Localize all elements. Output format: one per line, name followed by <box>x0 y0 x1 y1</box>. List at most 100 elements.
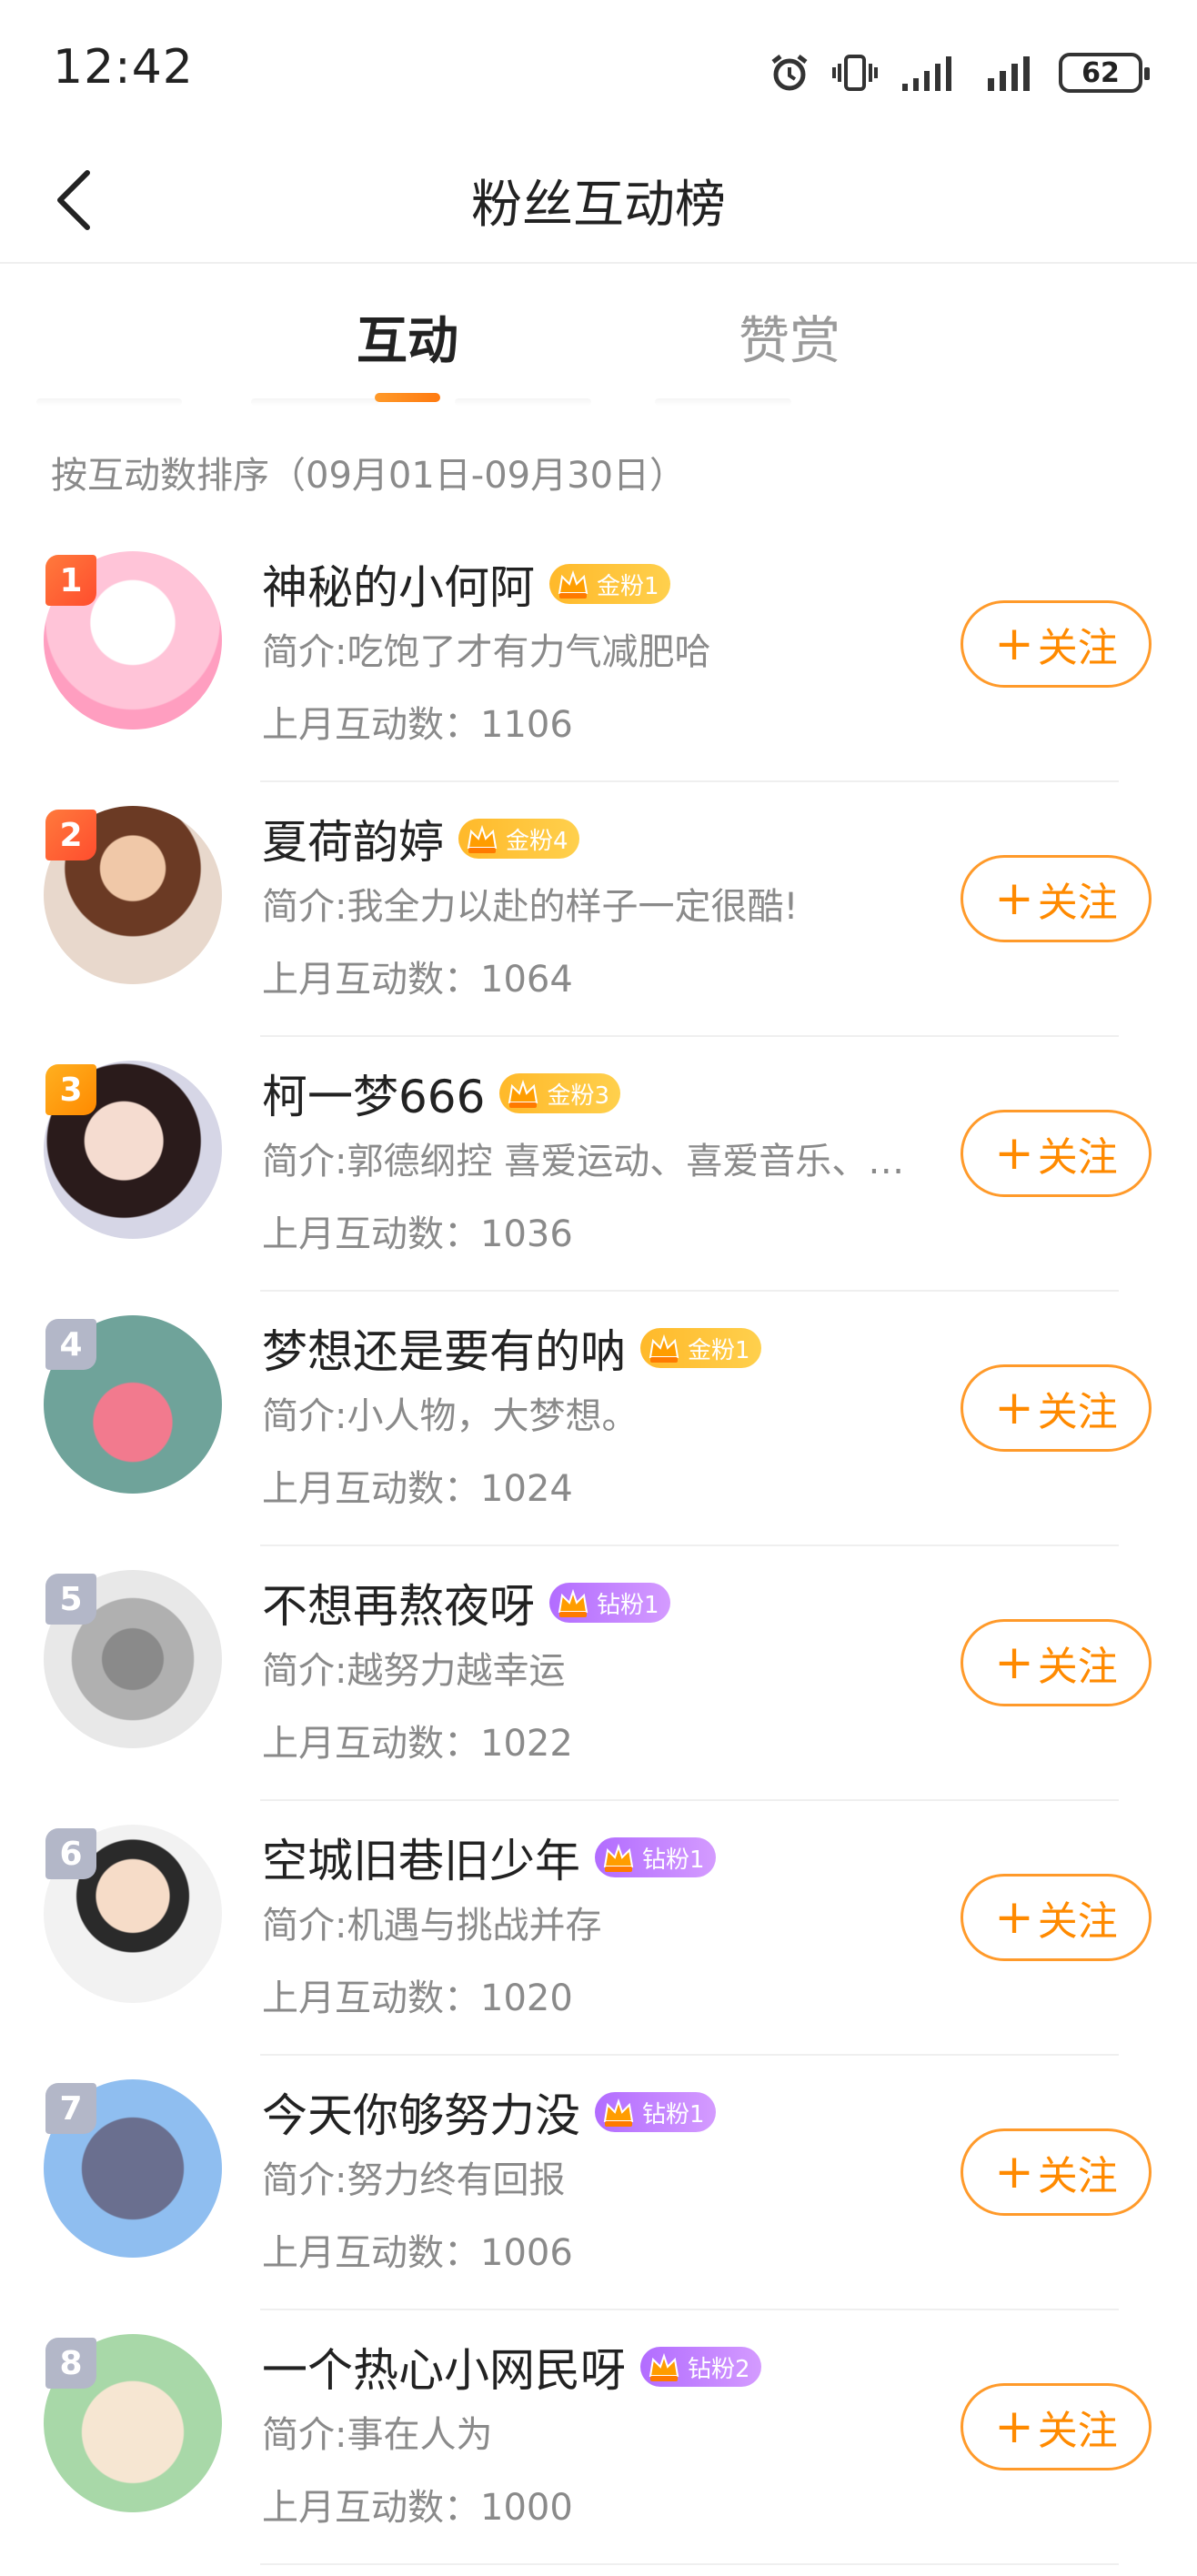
follow-button[interactable]: + 关注 <box>961 1364 1152 1452</box>
tab-active-indicator <box>375 393 440 402</box>
count-value: 1006 <box>480 2232 573 2274</box>
count-label: 上月互动数： <box>262 2487 480 2529</box>
fan-bio: 简介:我全力以赴的样子一定很酷! <box>262 886 799 928</box>
badge-label: 金粉1 <box>597 572 659 600</box>
fan-info: 今天你够努力没 钻粉1 简介:努力终有回报 上月互动数：1006 <box>262 2079 979 2276</box>
name-line: 梦想还是要有的呐 金粉1 <box>262 1315 979 1381</box>
tab-bar: 互动 赞赏 <box>0 273 1197 409</box>
count-value: 1020 <box>480 1977 573 2019</box>
fan-level-badge: 金粉3 <box>499 1073 620 1113</box>
count-value: 1106 <box>480 704 573 746</box>
count-label: 上月互动数： <box>262 959 480 1001</box>
plus-icon: + <box>994 1126 1034 1181</box>
list-item[interactable]: 2 夏荷韵婷 金粉4 简介:我全力以赴的样子一定很酷! 上月互动数：1064 +… <box>0 782 1197 1037</box>
fan-level-badge: 钻粉1 <box>549 1583 670 1623</box>
tab-scroll-shadow <box>36 398 182 406</box>
name-line: 夏荷韵婷 金粉4 <box>262 806 979 871</box>
fan-info: 梦想还是要有的呐 金粉1 简介:小人物，大梦想。 上月互动数：1024 <box>262 1315 979 1512</box>
crown-icon <box>558 1588 588 1617</box>
follow-button[interactable]: + 关注 <box>961 2383 1152 2470</box>
fan-info: 一个热心小网民呀 钻粉2 简介:事在人为 上月互动数：1000 <box>262 2334 979 2531</box>
interaction-count: 上月互动数：1064 <box>262 950 979 1002</box>
interaction-count: 上月互动数：1024 <box>262 1459 979 1512</box>
follow-label: 关注 <box>1037 1134 1118 1181</box>
alarm-icon <box>768 51 811 95</box>
fan-level-badge: 金粉1 <box>549 564 670 604</box>
count-value: 1022 <box>480 1723 573 1765</box>
plus-icon: + <box>994 1890 1034 1945</box>
fan-info: 不想再熬夜呀 钻粉1 简介:越努力越幸运 上月互动数：1022 <box>262 1570 979 1766</box>
badge-label: 钻粉1 <box>642 1846 705 1874</box>
follow-button[interactable]: + 关注 <box>961 2128 1152 2216</box>
rank-badge: 5 <box>45 1574 96 1625</box>
crown-icon <box>649 2352 679 2381</box>
count-label: 上月互动数： <box>262 1213 480 1255</box>
tab-scroll-shadow <box>655 398 791 406</box>
fan-name[interactable]: 神秘的小何阿 <box>262 551 535 617</box>
count-value: 1064 <box>480 959 573 1001</box>
fan-level-badge: 金粉4 <box>458 819 579 859</box>
rank-badge: 3 <box>45 1064 96 1115</box>
status-time: 12:42 <box>53 40 194 95</box>
count-label: 上月互动数： <box>262 1468 480 1510</box>
tab-reward[interactable]: 赞赏 <box>739 300 840 374</box>
fan-info: 夏荷韵婷 金粉4 简介:我全力以赴的样子一定很酷! 上月互动数：1064 <box>262 806 979 1002</box>
signal-icon-2 <box>984 51 1039 95</box>
count-label: 上月互动数： <box>262 704 480 746</box>
count-value: 1000 <box>480 2487 573 2529</box>
fan-level-badge: 钻粉1 <box>595 2092 716 2132</box>
plus-icon: + <box>994 1381 1034 1435</box>
list-item[interactable]: 1 神秘的小何阿 金粉1 简介:吃饱了才有力气减肥哈 上月互动数：1106 + 关… <box>0 528 1197 782</box>
badge-label: 金粉3 <box>547 1082 609 1110</box>
fan-list: 1 神秘的小何阿 金粉1 简介:吃饱了才有力气减肥哈 上月互动数：1106 + 关… <box>0 528 1197 2565</box>
follow-label: 关注 <box>1037 2153 1118 2199</box>
rank-badge: 2 <box>45 810 96 860</box>
fan-name[interactable]: 不想再熬夜呀 <box>262 1570 535 1635</box>
count-value: 1036 <box>480 1213 573 1255</box>
interaction-count: 上月互动数：1022 <box>262 1714 979 1766</box>
fan-level-badge: 钻粉1 <box>595 1837 716 1877</box>
follow-label: 关注 <box>1037 625 1118 671</box>
fan-level-badge: 钻粉2 <box>640 2347 761 2387</box>
fan-name[interactable]: 空城旧巷旧少年 <box>262 1825 580 1890</box>
list-item[interactable]: 8 一个热心小网民呀 钻粉2 简介:事在人为 上月互动数：1000 + 关注 <box>0 2310 1197 2565</box>
follow-button[interactable]: + 关注 <box>961 1874 1152 1961</box>
follow-button[interactable]: + 关注 <box>961 855 1152 942</box>
tab-scroll-shadow <box>455 398 591 406</box>
crown-icon <box>558 569 588 599</box>
count-value: 1024 <box>480 1468 573 1510</box>
fan-bio: 简介:机遇与挑战并存 <box>262 1905 602 1947</box>
plus-icon: + <box>994 2145 1034 2199</box>
fan-name[interactable]: 今天你够努力没 <box>262 2079 580 2145</box>
list-item[interactable]: 5 不想再熬夜呀 钻粉1 简介:越努力越幸运 上月互动数：1022 + 关注 <box>0 1546 1197 1801</box>
fan-bio: 简介:努力终有回报 <box>262 2159 566 2201</box>
count-label: 上月互动数： <box>262 1723 480 1765</box>
fan-info: 柯一梦666 金粉3 简介:郭德纲控 喜爱运动、喜爱音乐、… 上月互动数：103… <box>262 1061 979 1257</box>
tab-interaction[interactable]: 互动 <box>357 300 458 374</box>
list-item[interactable]: 6 空城旧巷旧少年 钻粉1 简介:机遇与挑战并存 上月互动数：1020 + 关注 <box>0 1801 1197 2056</box>
fan-name[interactable]: 夏荷韵婷 <box>262 806 444 871</box>
rank-badge: 6 <box>45 1828 96 1879</box>
count-label: 上月互动数： <box>262 1977 480 2019</box>
follow-button[interactable]: + 关注 <box>961 1110 1152 1197</box>
crown-icon <box>467 824 498 853</box>
plus-icon: + <box>994 2400 1034 2454</box>
crown-icon <box>508 1079 538 1108</box>
row-divider <box>260 2563 1119 2565</box>
list-item[interactable]: 4 梦想还是要有的呐 金粉1 简介:小人物，大梦想。 上月互动数：1024 + 关… <box>0 1292 1197 1546</box>
follow-button[interactable]: + 关注 <box>961 1619 1152 1706</box>
fan-name[interactable]: 柯一梦666 <box>262 1061 485 1126</box>
follow-label: 关注 <box>1037 1644 1118 1690</box>
fan-name[interactable]: 梦想还是要有的呐 <box>262 1315 626 1381</box>
list-item[interactable]: 7 今天你够努力没 钻粉1 简介:努力终有回报 上月互动数：1006 + 关注 <box>0 2056 1197 2310</box>
list-item[interactable]: 3 柯一梦666 金粉3 简介:郭德纲控 喜爱运动、喜爱音乐、… 上月互动数：1… <box>0 1037 1197 1292</box>
signal-icon <box>899 51 964 95</box>
count-label: 上月互动数： <box>262 2232 480 2274</box>
follow-button[interactable]: + 关注 <box>961 600 1152 688</box>
name-line: 柯一梦666 金粉3 <box>262 1061 979 1126</box>
fan-name[interactable]: 一个热心小网民呀 <box>262 2334 626 2400</box>
rank-badge: 7 <box>45 2083 96 2134</box>
follow-label: 关注 <box>1037 1898 1118 1945</box>
follow-label: 关注 <box>1037 1389 1118 1435</box>
rank-badge: 4 <box>45 1319 96 1370</box>
